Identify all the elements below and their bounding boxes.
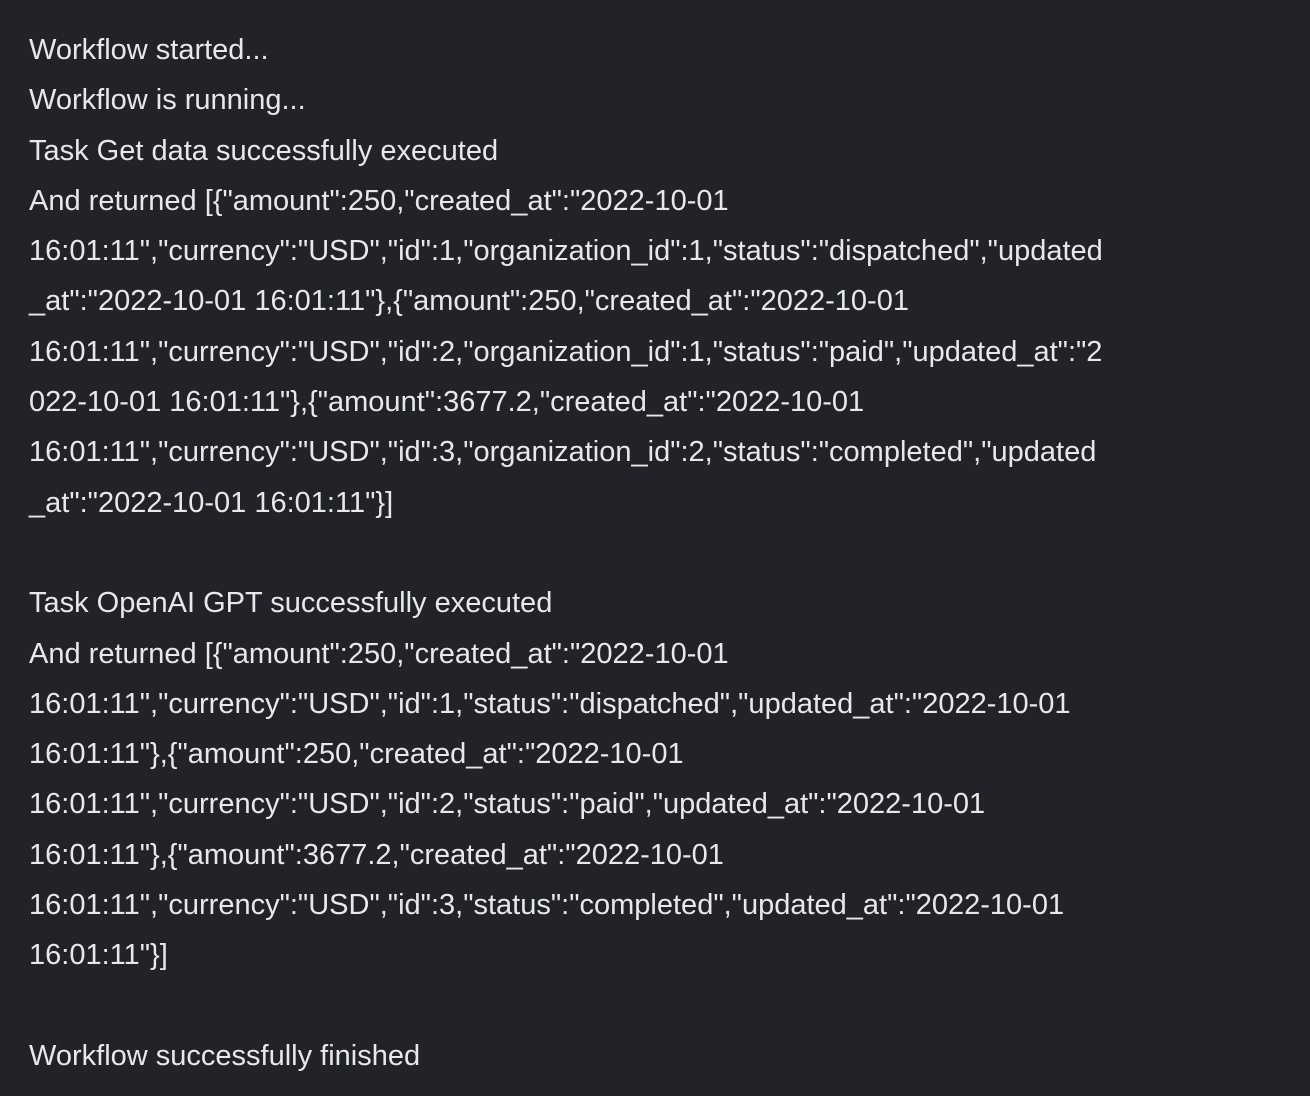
log-blank-line xyxy=(29,981,1310,1031)
log-line: And returned [{"amount":250,"created_at"… xyxy=(29,184,729,217)
log-line: 16:01:11","currency":"USD","id":1,"organ… xyxy=(29,235,1103,268)
log-line: _at":"2022-10-01 16:01:11"},{"amount":25… xyxy=(29,285,909,318)
log-line: 16:01:11"}] xyxy=(29,939,168,972)
log-line: Workflow started... xyxy=(29,34,269,66)
log-line: 16:01:11"},{"amount":3677.2,"created_at"… xyxy=(29,838,724,871)
log-line: 16:01:11","currency":"USD","id":1,"statu… xyxy=(29,687,1071,720)
log-line: Workflow is running... xyxy=(29,84,306,117)
log-line: 16:01:11"},{"amount":250,"created_at":"2… xyxy=(29,738,684,771)
log-line: 16:01:11","currency":"USD","id":3,"organ… xyxy=(29,436,1097,469)
log-line: 16:01:11","currency":"USD","id":2,"statu… xyxy=(29,788,986,821)
log-line: 16:01:11","currency":"USD","id":3,"statu… xyxy=(29,889,1065,922)
workflow-log-output: Workflow started... Workflow is running.… xyxy=(0,0,1310,1081)
log-line: Task OpenAI GPT successfully executed xyxy=(29,587,553,620)
log-line: And returned [{"amount":250,"created_at"… xyxy=(29,637,729,670)
log-line: 16:01:11","currency":"USD","id":2,"organ… xyxy=(29,335,1103,368)
log-line: Workflow successfully finished xyxy=(29,1039,421,1072)
log-blank-line xyxy=(29,528,1310,578)
log-line: _at":"2022-10-01 16:01:11"}] xyxy=(29,486,394,519)
log-line: 022-10-01 16:01:11"},{"amount":3677.2,"c… xyxy=(29,386,865,419)
log-line: Task Get data successfully executed xyxy=(29,134,499,167)
